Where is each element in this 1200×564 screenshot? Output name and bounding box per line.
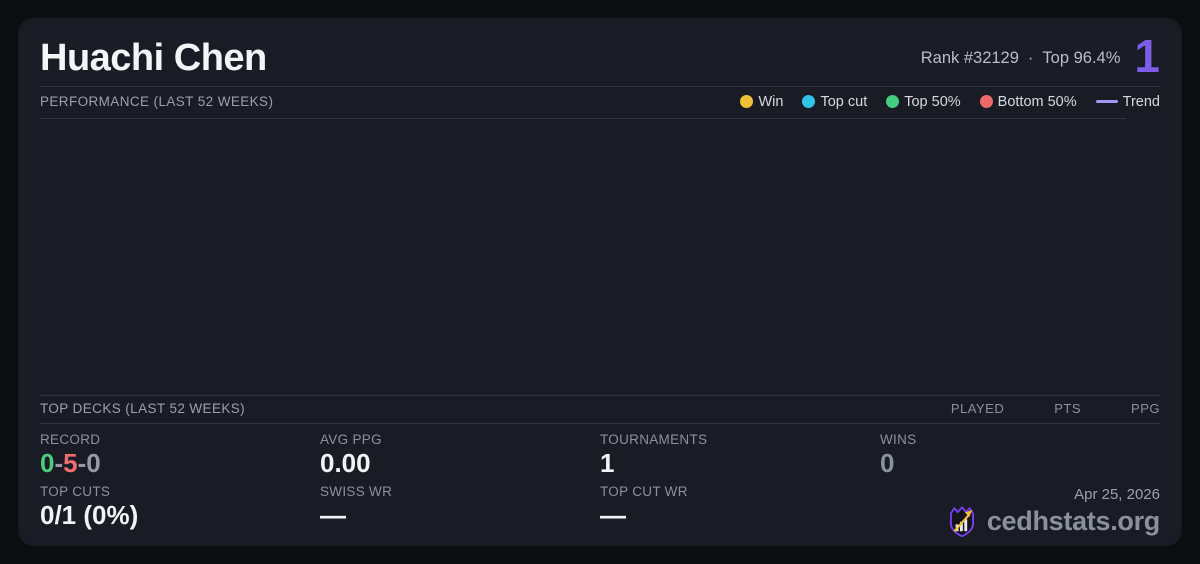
rank-text: Rank #32129 — [921, 49, 1019, 68]
stats-grid: RECORD 0-5-0 AVG PPG 0.00 TOURNAMENTS 1 … — [40, 424, 1160, 538]
legend-item-win: Win — [740, 94, 783, 110]
column-header-ppg: PPG — [1131, 401, 1160, 416]
date-text: Apr 25, 2026 — [1074, 486, 1160, 503]
rank-separator-dot: · — [1028, 49, 1034, 68]
card-footer: Apr 25, 2026 cedhstats.org — [880, 484, 1160, 538]
record-losses: 5 — [63, 448, 77, 478]
stat-top-cut-wr: TOP CUT WR — — [600, 484, 880, 538]
brand-text: cedhstats.org — [987, 506, 1160, 537]
stat-label: TOP CUT WR — [600, 484, 880, 499]
card-header: Huachi Chen Rank #32129 · Top 96.4% 1 — [40, 32, 1160, 84]
stat-top-cuts: TOP CUTS 0/1 (0%) — [40, 484, 320, 538]
legend-item-trend: Trend — [1096, 94, 1160, 110]
top-cuts-value: 0/1 (0%) — [40, 502, 320, 529]
legend-label: Bottom 50% — [998, 94, 1077, 110]
record-dash: - — [78, 448, 87, 478]
page-title: Huachi Chen — [40, 37, 921, 80]
stat-label: SWISS WR — [320, 484, 600, 499]
tournaments-value: 1 — [600, 450, 880, 477]
stat-swiss-wr: SWISS WR — — [320, 484, 600, 538]
legend-label: Top 50% — [904, 94, 960, 110]
player-stats-card: Huachi Chen Rank #32129 · Top 96.4% 1 PE… — [18, 18, 1182, 546]
top-decks-columns: PLAYED PTS PPG — [951, 401, 1160, 416]
stat-avg-ppg: AVG PPG 0.00 — [320, 432, 600, 484]
legend-item-bottom-50: Bottom 50% — [980, 94, 1077, 110]
bottom-50-dot-icon — [980, 95, 993, 108]
performance-chart — [40, 119, 1160, 393]
stat-label: AVG PPG — [320, 432, 600, 447]
legend-item-top-50: Top 50% — [886, 94, 960, 110]
stat-tournaments: TOURNAMENTS 1 — [600, 432, 880, 484]
legend-label: Top cut — [820, 94, 867, 110]
performance-header: PERFORMANCE (LAST 52 WEEKS) Win Top cut … — [40, 87, 1160, 116]
legend-label: Win — [758, 94, 783, 110]
performance-title: PERFORMANCE (LAST 52 WEEKS) — [40, 94, 273, 109]
chart-legend: Win Top cut Top 50% Bottom 50% Trend — [740, 94, 1160, 110]
avg-ppg-value: 0.00 — [320, 450, 600, 477]
trend-line-icon — [1096, 100, 1118, 103]
percentile-text: Top 96.4% — [1042, 49, 1120, 68]
stat-wins: WINS 0 — [880, 432, 1160, 484]
top-decks-header: TOP DECKS (LAST 52 WEEKS) PLAYED PTS PPG — [40, 396, 1160, 421]
stat-label: WINS — [880, 432, 1160, 447]
legend-item-top-cut: Top cut — [802, 94, 867, 110]
stat-record: RECORD 0-5-0 — [40, 432, 320, 484]
win-dot-icon — [740, 95, 753, 108]
column-header-played: PLAYED — [951, 401, 1004, 416]
rank-line: Rank #32129 · Top 96.4% — [921, 49, 1121, 68]
top-50-dot-icon — [886, 95, 899, 108]
stat-label: TOURNAMENTS — [600, 432, 880, 447]
brand: cedhstats.org — [945, 504, 1160, 538]
record-wins: 0 — [40, 448, 54, 478]
swiss-wr-value: — — [320, 502, 600, 529]
stat-label: RECORD — [40, 432, 320, 447]
stat-label: TOP CUTS — [40, 484, 320, 499]
record-value: 0-5-0 — [40, 450, 320, 477]
legend-label: Trend — [1123, 94, 1160, 110]
wins-value: 0 — [880, 450, 1160, 477]
record-draws: 0 — [86, 448, 100, 478]
badge-count: 1 — [1134, 33, 1160, 79]
top-decks-title: TOP DECKS (LAST 52 WEEKS) — [40, 401, 245, 416]
top-cut-dot-icon — [802, 95, 815, 108]
record-dash: - — [54, 448, 63, 478]
column-header-pts: PTS — [1054, 401, 1081, 416]
cedhstats-logo-icon — [945, 504, 979, 538]
top-cut-wr-value: — — [600, 502, 880, 529]
